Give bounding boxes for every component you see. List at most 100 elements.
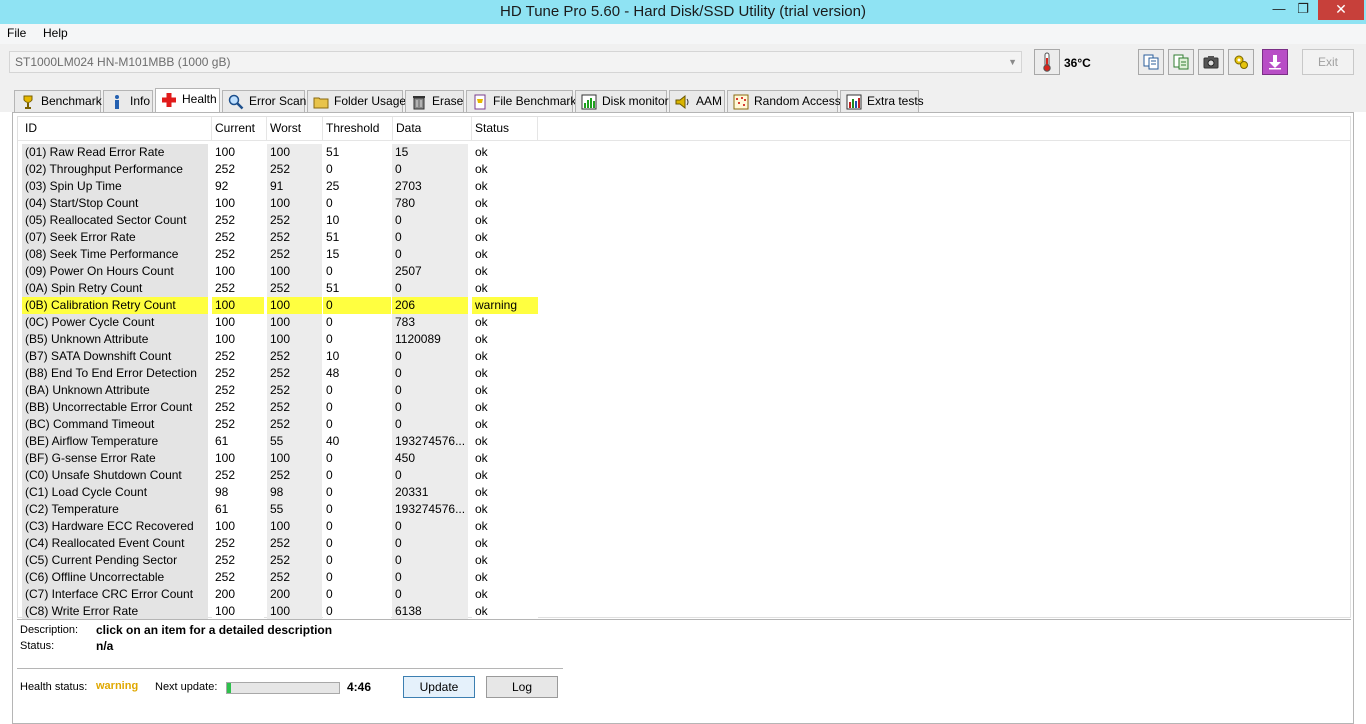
exit-button[interactable]: Exit bbox=[1302, 49, 1354, 75]
tab-label: Error Scan bbox=[249, 94, 307, 108]
menu-file[interactable]: File bbox=[7, 26, 26, 40]
tab-aam[interactable]: AAM bbox=[669, 90, 725, 112]
tab-file-benchmark[interactable]: File Benchmark bbox=[466, 90, 576, 112]
table-row[interactable]: (C7) Interface CRC Error Count 200 200 0 0 ok bbox=[18, 586, 538, 603]
tab-label: Health bbox=[182, 92, 217, 106]
attribute-id: (0C) Power Cycle Count bbox=[22, 314, 208, 331]
maximize-button[interactable]: ❐ bbox=[1290, 0, 1316, 20]
current-value: 252 bbox=[212, 552, 264, 569]
table-row[interactable]: (04) Start/Stop Count 100 100 0 780 ok bbox=[18, 195, 538, 212]
data-value: 0 bbox=[392, 467, 468, 484]
status-value: ok bbox=[472, 280, 538, 297]
table-row[interactable]: (BF) G-sense Error Rate 100 100 0 450 ok bbox=[18, 450, 538, 467]
title-bar: HD Tune Pro 5.60 - Hard Disk/SSD Utility… bbox=[0, 0, 1366, 24]
tools-icon bbox=[1234, 55, 1248, 69]
column-header-status[interactable]: Status bbox=[472, 117, 538, 141]
worst-value: 252 bbox=[267, 229, 322, 246]
data-value: 0 bbox=[392, 416, 468, 433]
tab-random-access[interactable]: Random Access bbox=[727, 90, 841, 112]
table-row[interactable]: (05) Reallocated Sector Count 252 252 10 0 ok bbox=[18, 212, 538, 229]
table-row[interactable]: (C4) Reallocated Event Count 252 252 0 0 ok bbox=[18, 535, 538, 552]
tab-info[interactable]: Info bbox=[103, 90, 153, 112]
tab-benchmark[interactable]: Benchmark bbox=[14, 90, 102, 112]
data-value: 20331 bbox=[392, 484, 468, 501]
column-header-id[interactable]: ID bbox=[22, 117, 212, 141]
worst-value: 100 bbox=[267, 450, 322, 467]
table-row[interactable]: (C0) Unsafe Shutdown Count 252 252 0 0 ok bbox=[18, 467, 538, 484]
copy-icon bbox=[1143, 54, 1159, 70]
table-row[interactable]: (C1) Load Cycle Count 98 98 0 20331 ok bbox=[18, 484, 538, 501]
current-value: 252 bbox=[212, 467, 264, 484]
save-button[interactable] bbox=[1262, 49, 1288, 75]
table-row[interactable]: (C2) Temperature 61 55 0 193274576... ok bbox=[18, 501, 538, 518]
disk-monitor-icon bbox=[581, 94, 597, 110]
data-value: 450 bbox=[392, 450, 468, 467]
data-value: 6138 bbox=[392, 603, 468, 620]
table-row[interactable]: (C3) Hardware ECC Recovered 100 100 0 0 ok bbox=[18, 518, 538, 535]
attribute-id: (C1) Load Cycle Count bbox=[22, 484, 208, 501]
table-row[interactable]: (03) Spin Up Time 92 91 25 2703 ok bbox=[18, 178, 538, 195]
tab-erase[interactable]: Erase bbox=[405, 90, 464, 112]
menu-help[interactable]: Help bbox=[43, 26, 68, 40]
table-row[interactable]: (B8) End To End Error Detection 252 252 48 0… bbox=[18, 365, 538, 382]
table-row[interactable]: (01) Raw Read Error Rate 100 100 51 15 ok bbox=[18, 144, 538, 161]
minimize-button[interactable]: — bbox=[1266, 0, 1292, 20]
attribute-id: (BB) Uncorrectable Error Count bbox=[22, 399, 208, 416]
copy-text-button[interactable] bbox=[1138, 49, 1164, 75]
table-row[interactable]: (BC) Command Timeout 252 252 0 0 ok bbox=[18, 416, 538, 433]
tab-disk-monitor[interactable]: Disk monitor bbox=[575, 90, 669, 112]
log-button[interactable]: Log bbox=[486, 676, 558, 698]
table-row[interactable]: (C5) Current Pending Sector 252 252 0 0 ok bbox=[18, 552, 538, 569]
tab-extra-tests[interactable]: Extra tests bbox=[840, 90, 924, 112]
current-value: 100 bbox=[212, 144, 264, 161]
table-row[interactable]: (09) Power On Hours Count 100 100 0 2507 ok bbox=[18, 263, 538, 280]
options-button[interactable] bbox=[1228, 49, 1254, 75]
status-value: ok bbox=[472, 586, 538, 603]
column-header-threshold[interactable]: Threshold bbox=[323, 117, 393, 141]
update-button[interactable]: Update bbox=[403, 676, 475, 698]
table-row[interactable]: (BB) Uncorrectable Error Count 252 252 0 0 ok bbox=[18, 399, 538, 416]
worst-value: 252 bbox=[267, 212, 322, 229]
table-row[interactable]: (BE) Airflow Temperature 61 55 40 193274576.… bbox=[18, 433, 538, 450]
column-header-data[interactable]: Data bbox=[393, 117, 472, 141]
status-value: ok bbox=[472, 382, 538, 399]
attribute-id: (C7) Interface CRC Error Count bbox=[22, 586, 208, 603]
tab-health[interactable]: Health bbox=[155, 88, 220, 113]
data-value: 0 bbox=[392, 280, 468, 297]
table-row[interactable]: (07) Seek Error Rate 252 252 51 0 ok bbox=[18, 229, 538, 246]
copy-screenshot-button[interactable] bbox=[1168, 49, 1194, 75]
table-row[interactable]: (08) Seek Time Performance 252 252 15 0 ok bbox=[18, 246, 538, 263]
status-value: ok bbox=[472, 161, 538, 178]
table-row[interactable]: (02) Throughput Performance 252 252 0 0 ok bbox=[18, 161, 538, 178]
attribute-id: (BC) Command Timeout bbox=[22, 416, 208, 433]
screenshot-button[interactable] bbox=[1198, 49, 1224, 75]
column-header-current[interactable]: Current bbox=[212, 117, 267, 141]
table-row[interactable]: (0B) Calibration Retry Count 100 100 0 206 wa… bbox=[18, 297, 538, 314]
table-row[interactable]: (0C) Power Cycle Count 100 100 0 783 ok bbox=[18, 314, 538, 331]
close-button[interactable]: ✕ bbox=[1318, 0, 1364, 20]
threshold-value: 0 bbox=[323, 501, 391, 518]
smart-attributes-table[interactable]: ID Current Worst Threshold Data Status (… bbox=[17, 116, 1351, 620]
table-row[interactable]: (BA) Unknown Attribute 252 252 0 0 ok bbox=[18, 382, 538, 399]
temperature-value: 36°C bbox=[1064, 56, 1091, 70]
tab-folder-usage[interactable]: Folder Usage bbox=[307, 90, 406, 112]
folder-icon bbox=[313, 97, 329, 109]
drive-select[interactable]: ST1000LM024 HN-M101MBB (1000 gB) ▼ bbox=[9, 51, 1022, 73]
column-header-worst[interactable]: Worst bbox=[267, 117, 323, 141]
attribute-id: (BA) Unknown Attribute bbox=[22, 382, 208, 399]
data-value: 0 bbox=[392, 365, 468, 382]
data-value: 0 bbox=[392, 246, 468, 263]
worst-value: 55 bbox=[267, 501, 322, 518]
temperature-button[interactable] bbox=[1034, 49, 1060, 75]
current-value: 252 bbox=[212, 399, 264, 416]
threshold-value: 0 bbox=[323, 161, 391, 178]
status-value: ok bbox=[472, 195, 538, 212]
table-row[interactable]: (C8) Write Error Rate 100 100 0 6138 ok bbox=[18, 603, 538, 620]
threshold-value: 25 bbox=[323, 178, 391, 195]
table-row[interactable]: (0A) Spin Retry Count 252 252 51 0 ok bbox=[18, 280, 538, 297]
table-row[interactable]: (C6) Offline Uncorrectable 252 252 0 0 ok bbox=[18, 569, 538, 586]
table-row[interactable]: (B5) Unknown Attribute 100 100 0 1120089 ok bbox=[18, 331, 538, 348]
table-row[interactable]: (B7) SATA Downshift Count 252 252 10 0 ok bbox=[18, 348, 538, 365]
tab-error-scan[interactable]: Error Scan bbox=[222, 90, 307, 112]
attribute-id: (B8) End To End Error Detection bbox=[22, 365, 208, 382]
